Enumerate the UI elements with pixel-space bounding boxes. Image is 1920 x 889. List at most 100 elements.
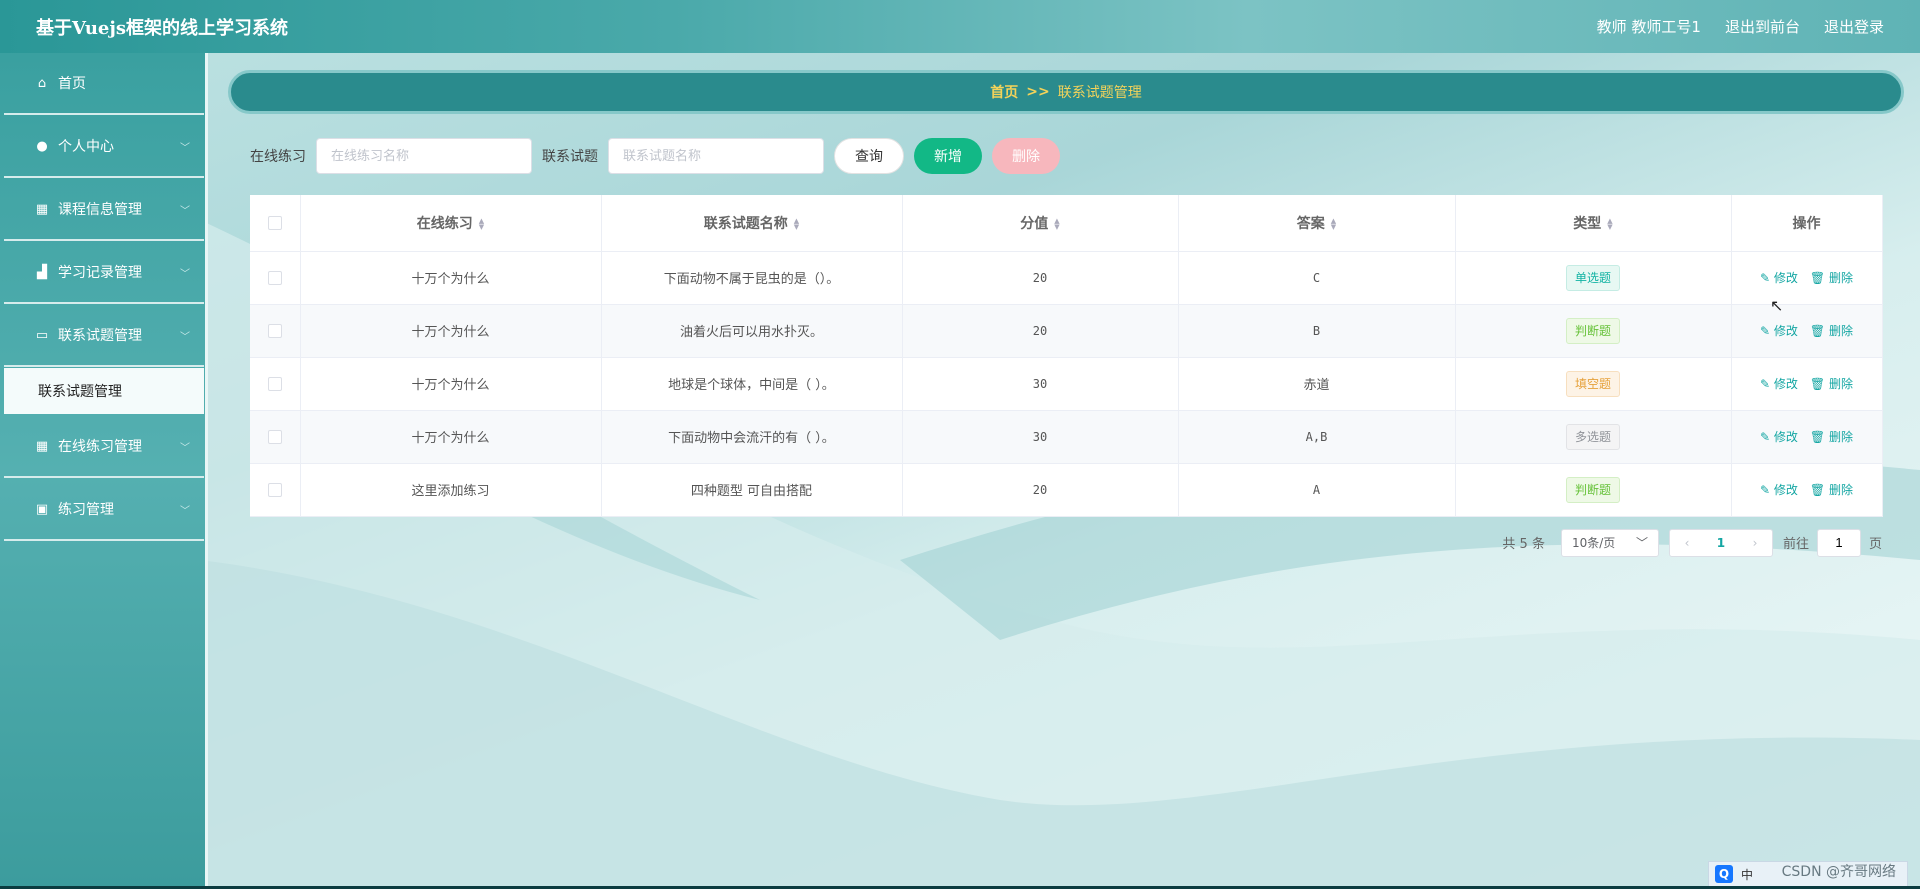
sidebar-item-online-practice[interactable]: ▦ 在线练习管理 ﹀ xyxy=(4,416,204,478)
delete-button[interactable]: 🗑 删除 xyxy=(1810,322,1853,339)
prev-page-button[interactable]: ‹ xyxy=(1670,536,1704,550)
chevron-down-icon: ﹀ xyxy=(180,205,190,217)
mouse-cursor-icon: ↖ xyxy=(1770,296,1784,315)
delete-button[interactable]: 🗑 删除 xyxy=(1810,269,1853,286)
user-icon: ● xyxy=(36,138,48,154)
cell-question-name: 四种题型 可自由搭配 xyxy=(601,463,903,517)
sidebar-item-study-records[interactable]: ▟ 学习记录管理 ﹀ xyxy=(4,242,204,304)
app-title: 基于Vuejs框架的线上学习系统 xyxy=(36,17,288,39)
sidebar-item-home[interactable]: ⌂ 首页 xyxy=(4,53,204,115)
practice-search-label: 在线练习 xyxy=(250,149,306,165)
sort-icon[interactable]: ▲ ▼ xyxy=(794,217,799,230)
chevron-down-icon: ﹀ xyxy=(180,505,190,517)
column-header-question-name[interactable]: 联系试题名称 ▲ ▼ xyxy=(601,195,903,252)
page-number-current[interactable]: 1 xyxy=(1704,536,1738,550)
sort-icon[interactable]: ▲ ▼ xyxy=(1607,217,1612,230)
cell-score: 30 xyxy=(902,410,1179,464)
delete-button[interactable]: 🗑 删除 xyxy=(1810,481,1853,498)
row-checkbox[interactable] xyxy=(267,482,282,497)
column-header-type[interactable]: 类型 ▲ ▼ xyxy=(1455,195,1732,252)
pagination-total: 共 5 条 xyxy=(1502,537,1545,552)
type-tag: 多选题 xyxy=(1565,423,1620,450)
submenu-item-question-manage[interactable]: 联系试题管理 xyxy=(4,368,204,414)
sidebar-item-label: 联系试题管理 xyxy=(58,328,142,344)
edit-button[interactable]: ✎ 修改 xyxy=(1760,322,1798,339)
question-search-input[interactable] xyxy=(608,138,824,174)
column-header-score[interactable]: 分值 ▲ ▼ xyxy=(902,195,1179,252)
sort-icon[interactable]: ▲ ▼ xyxy=(1331,217,1336,230)
search-bar: 在线练习 联系试题 查询 新增 删除 xyxy=(228,137,1904,175)
edit-icon: ✎ xyxy=(1760,271,1771,285)
delete-button[interactable]: 🗑 删除 xyxy=(1810,428,1853,445)
clipboard-icon: ▣ xyxy=(35,501,49,517)
select-all-checkbox[interactable] xyxy=(267,215,282,230)
edit-button[interactable]: ✎ 修改 xyxy=(1760,375,1798,392)
sidebar-item-label: 学习记录管理 xyxy=(58,265,142,281)
type-tag: 判断题 xyxy=(1565,317,1620,344)
ime-indicator[interactable]: 中 xyxy=(1741,866,1753,883)
grid-icon: ▦ xyxy=(35,438,49,454)
cell-question-name: 油着火后可以用水扑灭。 xyxy=(601,304,903,358)
cell-score: 30 xyxy=(902,357,1179,411)
logout-link[interactable]: 退出登录 xyxy=(1824,16,1884,37)
cell-answer: 赤道 xyxy=(1178,357,1456,411)
type-tag: 判断题 xyxy=(1565,476,1620,503)
chevron-down-icon: ﹀ xyxy=(180,331,190,343)
delete-button[interactable]: 🗑 删除 xyxy=(1810,375,1853,392)
batch-delete-button[interactable]: 删除 xyxy=(992,138,1060,174)
pager: ‹ 1 › xyxy=(1668,528,1773,557)
row-checkbox[interactable] xyxy=(267,323,282,338)
trash-icon: 🗑 xyxy=(1809,483,1826,497)
sidebar-item-label: 课程信息管理 xyxy=(58,202,142,218)
cell-question-name: 下面动物不属于昆虫的是（）。 xyxy=(601,251,903,305)
row-checkbox[interactable] xyxy=(267,270,282,285)
question-search-label: 联系试题 xyxy=(542,149,598,165)
cell-score: 20 xyxy=(902,251,1179,305)
edit-icon: ✎ xyxy=(1760,483,1771,497)
edit-icon: ✎ xyxy=(1760,377,1771,391)
query-button[interactable]: 查询 xyxy=(834,138,904,174)
table-row: 十万个为什么 下面动物中会流汗的有（ ）。 30 A,B 多选题 ✎ 修改 🗑 … xyxy=(250,410,1883,464)
next-page-button[interactable]: › xyxy=(1738,536,1772,550)
type-tag: 填空题 xyxy=(1565,370,1620,397)
chevron-down-icon: ﹀ xyxy=(180,442,190,454)
sidebar-item-course-info[interactable]: ▦ 课程信息管理 ﹀ xyxy=(4,179,204,241)
cell-practice: 十万个为什么 xyxy=(300,304,602,358)
top-header: 基于Vuejs框架的线上学习系统 教师 教师工号1 退出到前台 退出登录 xyxy=(0,0,1920,53)
edit-button[interactable]: ✎ 修改 xyxy=(1760,481,1798,498)
row-checkbox[interactable] xyxy=(267,429,282,444)
cell-answer: B xyxy=(1178,304,1456,358)
trash-icon: 🗑 xyxy=(1809,377,1826,391)
chevron-down-icon: ﹀ xyxy=(1635,536,1648,550)
sort-icon[interactable]: ▲ ▼ xyxy=(479,217,484,230)
exit-to-front-link[interactable]: 退出到前台 xyxy=(1725,16,1800,37)
sidebar-item-label: 在线练习管理 xyxy=(58,439,142,455)
sidebar-item-practice-manage[interactable]: ▣ 练习管理 ﹀ xyxy=(4,479,204,541)
sidebar-item-personal-center[interactable]: ● 个人中心 ﹀ xyxy=(4,116,204,178)
sidebar-item-question-manage[interactable]: ▭ 联系试题管理 ﹀ xyxy=(4,305,204,367)
select-all-cell xyxy=(250,195,301,252)
trash-icon: 🗑 xyxy=(1809,324,1826,338)
cell-question-name: 下面动物中会流汗的有（ ）。 xyxy=(601,410,903,464)
sort-icon[interactable]: ▲ ▼ xyxy=(1054,217,1059,230)
pagination: 共 5 条 10条/页 ﹀ ‹ 1 › 前往 页 xyxy=(228,528,1882,557)
breadcrumb-separator: >> xyxy=(1026,84,1050,100)
sidebar-item-label: 首页 xyxy=(58,76,86,92)
column-header-answer[interactable]: 答案 ▲ ▼ xyxy=(1178,195,1456,252)
page-size-select[interactable]: 10条/页 ﹀ xyxy=(1560,528,1659,557)
practice-search-input[interactable] xyxy=(316,138,532,174)
add-button[interactable]: 新增 xyxy=(914,138,982,174)
cell-answer: A xyxy=(1178,463,1456,517)
table-row: 十万个为什么 油着火后可以用水扑灭。 20 B 判断题 ✎ 修改 🗑 删除 xyxy=(250,304,1883,358)
breadcrumb-home[interactable]: 首页 xyxy=(990,82,1018,102)
current-user-label: 教师 教师工号1 xyxy=(1596,18,1701,36)
column-header-actions: 操作 xyxy=(1731,195,1883,252)
edit-button[interactable]: ✎ 修改 xyxy=(1760,428,1798,445)
watermark: CSDN @齐哥网络 xyxy=(1781,864,1896,880)
page-jump-input[interactable] xyxy=(1816,528,1861,557)
breadcrumb: 首页 >> 联系试题管理 xyxy=(228,70,1904,114)
edit-button[interactable]: ✎ 修改 xyxy=(1760,269,1798,286)
sidebar: ⌂ 首页 ● 个人中心 ﹀ ▦ 课程信息管理 ﹀ ▟ 学习记录管理 ﹀ ▭ 联系… xyxy=(0,53,208,889)
row-checkbox[interactable] xyxy=(267,376,282,391)
column-header-practice[interactable]: 在线练习 ▲ ▼ xyxy=(300,195,602,252)
